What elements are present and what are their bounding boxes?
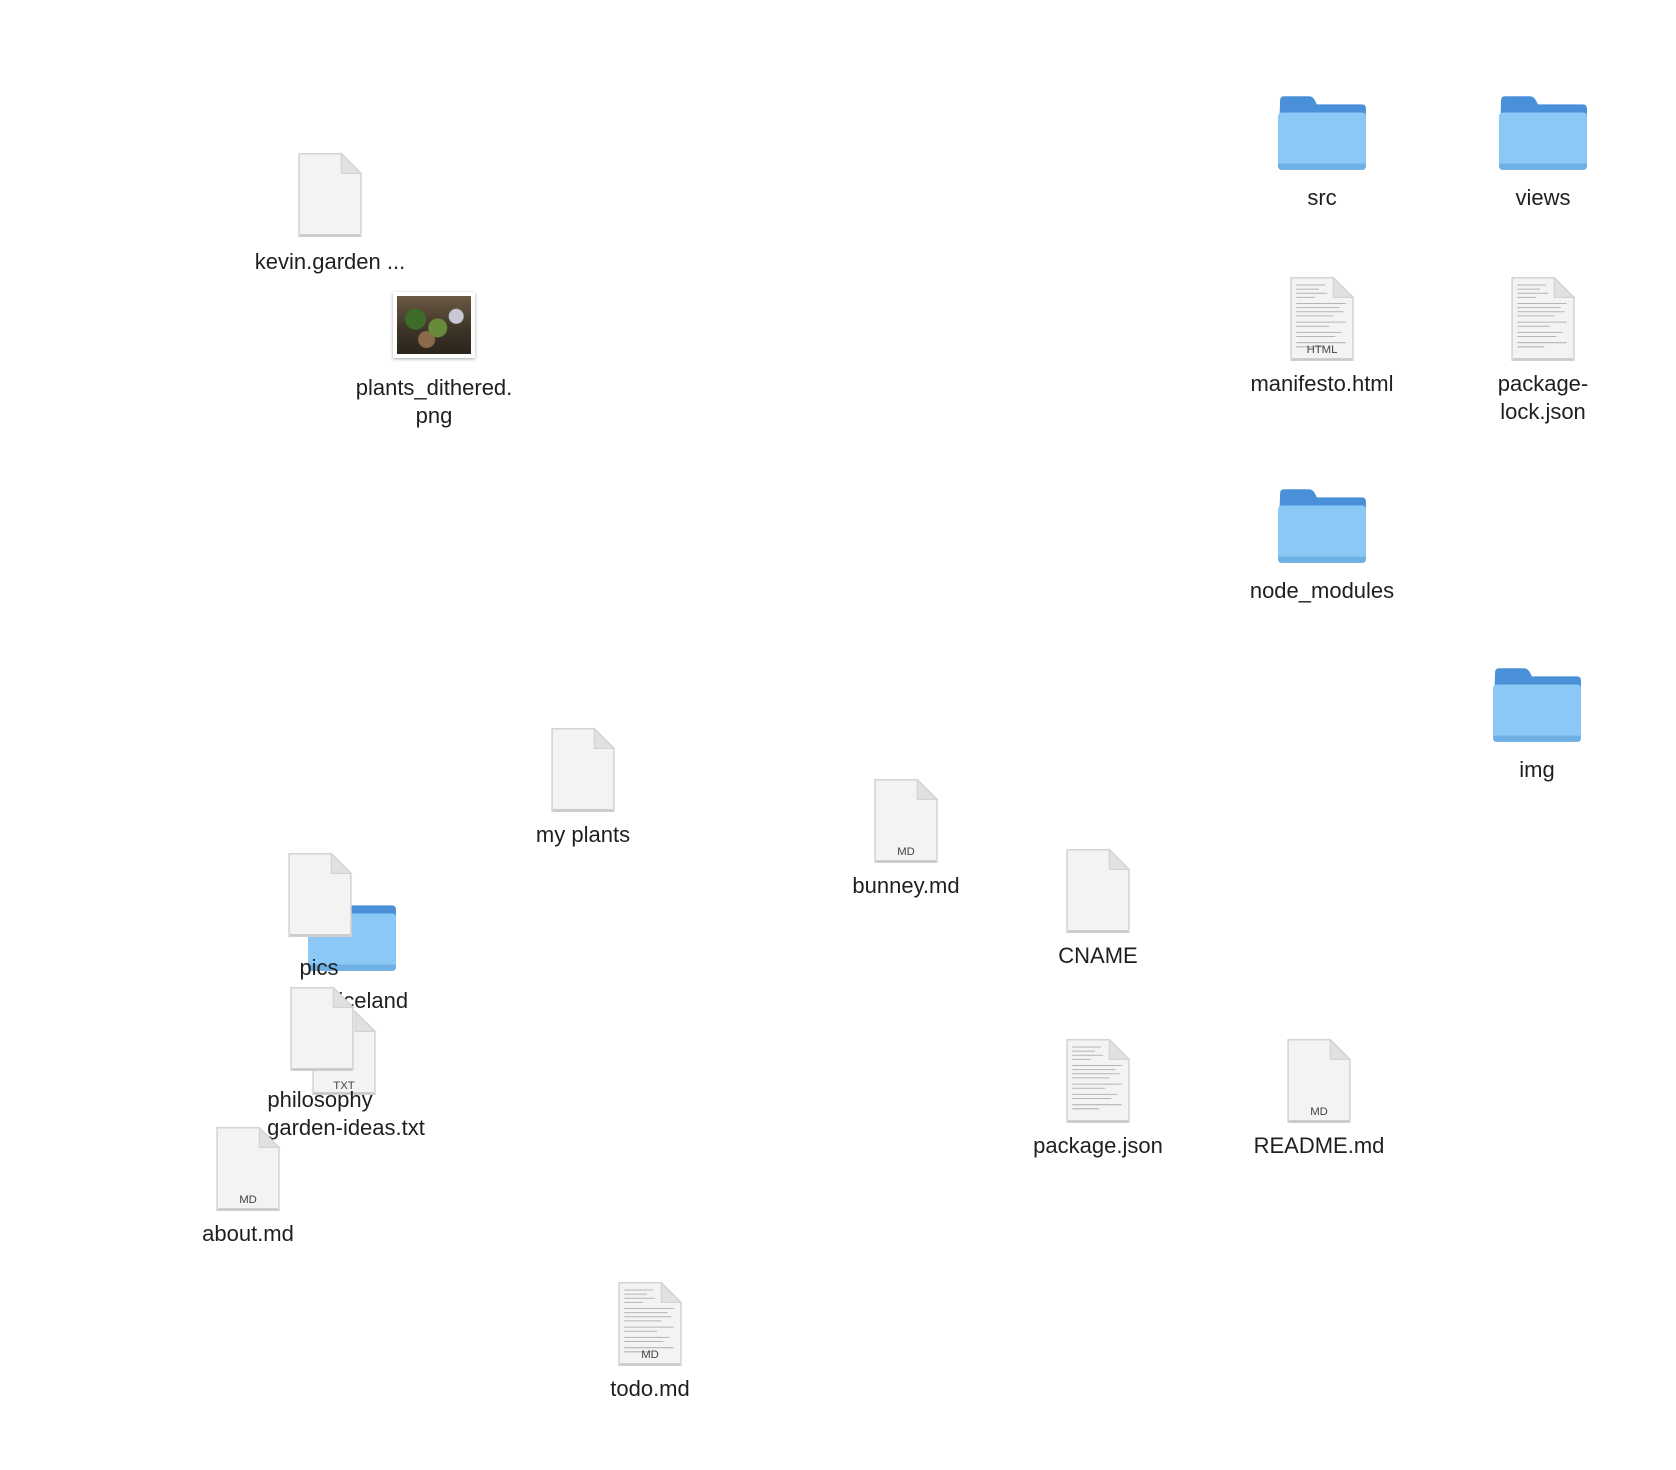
document-icon	[286, 850, 354, 940]
svg-text:MD: MD	[1310, 1106, 1328, 1118]
desktop-item-src[interactable]: src	[1222, 92, 1422, 212]
html-document-icon: HTML	[1288, 274, 1356, 364]
document-icon	[296, 150, 364, 240]
folder-icon	[1491, 666, 1583, 744]
desktop-item-bunney-md[interactable]: MD bunney.md	[806, 776, 1006, 900]
svg-text:MD: MD	[239, 1194, 257, 1206]
svg-text:HTML: HTML	[1307, 344, 1338, 356]
desktop-item-pics[interactable]	[286, 850, 354, 940]
item-label: CNAME	[1058, 943, 1138, 968]
markdown-document-icon: MD	[872, 776, 940, 866]
item-label: philosophy	[267, 1087, 373, 1112]
folder-icon	[1497, 94, 1589, 172]
markdown-document-icon: MD	[214, 1124, 282, 1214]
item-label: bunney.md	[852, 873, 960, 898]
image-thumbnail-icon	[393, 292, 475, 358]
document-icon	[288, 984, 356, 1074]
json-document-icon	[1064, 1036, 1132, 1126]
item-label: manifesto.html	[1250, 371, 1394, 396]
document-icon	[549, 725, 617, 815]
desktop-item-views[interactable]: views	[1443, 92, 1643, 212]
desktop-item-manifesto-html[interactable]: HTML manifesto.html	[1222, 274, 1422, 398]
svg-text:MD: MD	[897, 846, 915, 858]
desktop-item-philosophy[interactable]	[288, 984, 356, 1074]
document-icon	[1064, 846, 1132, 936]
item-label: plants_dithered. png	[355, 375, 513, 428]
item-label: my plants	[535, 822, 631, 847]
desktop-item-package-json[interactable]: package.json	[998, 1036, 1198, 1160]
desktop-item-img[interactable]: img	[1437, 664, 1637, 784]
markdown-document-icon: MD	[1285, 1036, 1353, 1126]
desktop-item-node-modules[interactable]: node_modules	[1222, 485, 1422, 605]
item-label: node_modules	[1249, 578, 1395, 603]
desktop-item-about-md[interactable]: MD about.md	[148, 1124, 348, 1248]
item-label: src	[1307, 185, 1337, 210]
desktop-item-pics-label-wrap: pics	[219, 954, 419, 982]
item-label: kevin.garden ...	[254, 249, 406, 274]
desktop[interactable]: kevin.garden ... plants_dithered. png sr…	[0, 0, 1676, 1470]
desktop-item-philosophy-label-wrap: philosophy	[220, 1086, 420, 1114]
markdown-document-icon: MD	[616, 1279, 684, 1369]
item-label: about.md	[202, 1221, 294, 1246]
desktop-item-my-plants[interactable]: my plants	[483, 725, 683, 849]
item-label: README.md	[1253, 1133, 1385, 1158]
desktop-item-package-lock[interactable]: package- lock.json	[1443, 274, 1643, 426]
desktop-item-todo-md[interactable]: MD todo.md	[550, 1279, 750, 1403]
item-label: todo.md	[610, 1376, 690, 1401]
item-label: img	[1519, 757, 1555, 782]
svg-text:MD: MD	[641, 1349, 659, 1361]
desktop-item-plants-dithered[interactable]: plants_dithered. png	[334, 288, 534, 430]
desktop-item-cname[interactable]: CNAME	[998, 846, 1198, 970]
item-label: package- lock.json	[1497, 371, 1589, 424]
item-label: package.json	[1033, 1133, 1163, 1158]
folder-icon	[1276, 487, 1368, 565]
item-label: views	[1515, 185, 1571, 210]
json-document-icon	[1509, 274, 1577, 364]
folder-icon	[1276, 94, 1368, 172]
item-label: pics	[299, 955, 339, 980]
desktop-item-readme-md[interactable]: MD README.md	[1219, 1036, 1419, 1160]
desktop-item-kevin-garden[interactable]: kevin.garden ...	[230, 150, 430, 276]
